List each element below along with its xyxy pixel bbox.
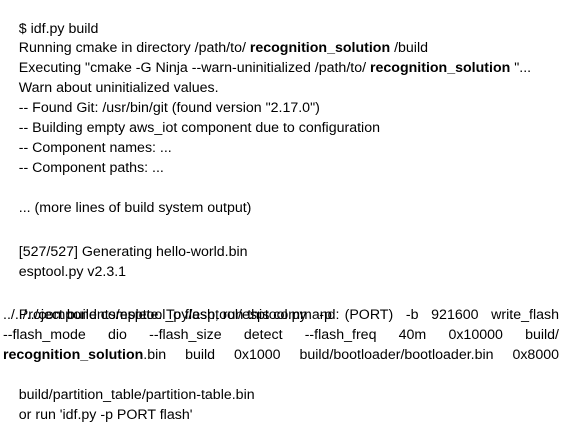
output-line-running-cmake: Running cmake in directory /path/to/ rec… bbox=[3, 18, 428, 56]
flash-command-line-4: build/partition_table/partition-table.bi… bbox=[3, 365, 255, 403]
output-text: esptool.py v2.3.1 bbox=[18, 264, 127, 280]
project-name: recognition_solution bbox=[3, 347, 144, 363]
project-name: recognition_solution bbox=[369, 60, 511, 76]
flash-command-text: ../../../components/esptool_py/esptool/e… bbox=[3, 307, 559, 323]
output-line-aws: -- Building empty aws_iot component due … bbox=[3, 98, 380, 136]
output-text: ... (more lines of build system output) bbox=[18, 200, 252, 216]
output-line-build-complete: Project build complete. To flash, run th… bbox=[3, 285, 340, 323]
output-line-more: ... (more lines of build system output) bbox=[3, 178, 252, 216]
output-line-git: -- Found Git: /usr/bin/git (found versio… bbox=[3, 78, 320, 116]
output-line-generating: [527/527] Generating hello-world.bin bbox=[3, 222, 248, 260]
flash-command-line-2: --flash_mode dio --flash_size detect --f… bbox=[3, 325, 559, 345]
output-text: -- Component paths: ... bbox=[18, 160, 164, 176]
output-line-or-run: or run 'idf.py -p PORT flash' bbox=[3, 385, 193, 423]
output-line-component-names: -- Component names: ... bbox=[3, 118, 172, 156]
output-text: "... bbox=[510, 60, 532, 76]
flash-command-text: .bin build 0x1000 build/bootloader/bootl… bbox=[143, 347, 559, 363]
output-line-warn: Warn about uninitialized values. bbox=[3, 58, 219, 96]
output-line-executing: Executing "cmake -G Ninja --warn-uniniti… bbox=[3, 38, 531, 76]
output-line-esptool-version: esptool.py v2.3.1 bbox=[3, 242, 126, 280]
flash-command-line-3: recognition_solution.bin build 0x1000 bu… bbox=[3, 345, 559, 365]
flash-command-text: --flash_mode dio --flash_size detect --f… bbox=[3, 327, 559, 343]
output-line-component-paths: -- Component paths: ... bbox=[3, 138, 164, 176]
output-text: or run 'idf.py -p PORT flash' bbox=[18, 407, 193, 423]
flash-command-line-1: ../../../components/esptool_py/esptool/e… bbox=[3, 305, 559, 325]
command-line: $ idf.py build bbox=[3, 0, 99, 37]
